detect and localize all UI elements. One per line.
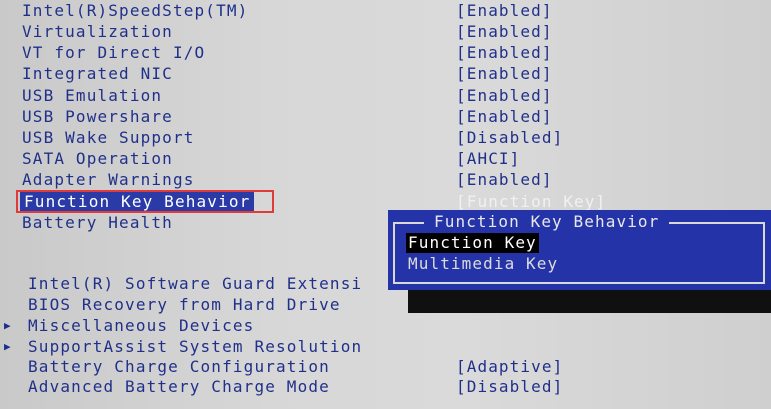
setting-label: Intel(R)SpeedStep(TM)	[22, 1, 249, 20]
setting-row-usb-wake-support[interactable]: USB Wake Support [Disabled]	[0, 128, 771, 148]
setting-label: Battery Charge Configuration	[28, 357, 330, 376]
setting-row-integrated-nic[interactable]: Integrated NIC [Enabled]	[0, 64, 771, 84]
setting-value: [Enabled]	[456, 22, 553, 41]
setting-row-usb-powershare[interactable]: USB Powershare [Enabled]	[0, 107, 771, 127]
setting-value: [Adaptive]	[456, 357, 564, 376]
setting-row-vt-direct-io[interactable]: VT for Direct I/O [Enabled]	[0, 43, 771, 63]
setting-row-virtualization[interactable]: Virtualization [Enabled]	[0, 22, 771, 42]
setting-label: USB Emulation	[22, 86, 163, 105]
setting-label: Virtualization	[22, 22, 173, 41]
setting-label: BIOS Recovery from Hard Drive	[28, 295, 341, 314]
setting-label: Battery Health	[22, 213, 173, 232]
setting-label: USB Powershare	[22, 107, 173, 126]
setting-row-speedstep[interactable]: Intel(R)SpeedStep(TM) [Enabled]	[0, 1, 771, 21]
setting-value: [AHCI]	[456, 149, 521, 168]
bios-setup-screen: Intel(R)SpeedStep(TM) [Enabled] Virtuali…	[0, 0, 771, 409]
setting-label: Integrated NIC	[22, 64, 173, 83]
submenu-arrow-icon: ▶	[4, 319, 11, 332]
setting-row-supportassist[interactable]: ▶ SupportAssist System Resolution	[0, 337, 771, 357]
setting-label: VT for Direct I/O	[22, 43, 206, 62]
setting-value: [Enabled]	[456, 64, 553, 83]
popup-option-function-key[interactable]: Function Key	[406, 233, 539, 253]
setting-value: [Enabled]	[456, 1, 553, 20]
popup-title: Function Key Behavior	[424, 212, 670, 232]
setting-value: [Enabled]	[456, 107, 553, 126]
setting-row-advanced-battery-charge[interactable]: Advanced Battery Charge Mode [Disabled]	[0, 377, 771, 397]
setting-label: Intel(R) Software Guard Extensi	[28, 274, 363, 293]
setting-label: Adapter Warnings	[22, 170, 195, 189]
setting-value: [Disabled]	[456, 377, 564, 396]
submenu-arrow-icon: ▶	[4, 340, 11, 353]
setting-value: [Enabled]	[456, 170, 553, 189]
setting-row-sata-operation[interactable]: SATA Operation [AHCI]	[0, 149, 771, 169]
setting-row-adapter-warnings[interactable]: Adapter Warnings [Enabled]	[0, 170, 771, 190]
setting-label: SupportAssist System Resolution	[28, 337, 363, 356]
setting-row-usb-emulation[interactable]: USB Emulation [Enabled]	[0, 86, 771, 106]
function-key-behavior-popup: Function Key Behavior Function Key Multi…	[388, 210, 771, 290]
setting-label: Miscellaneous Devices	[28, 316, 255, 335]
setting-row-battery-charge-config[interactable]: Battery Charge Configuration [Adaptive]	[0, 357, 771, 377]
setting-value: [Enabled]	[456, 86, 553, 105]
setting-value: [Function Key]	[456, 192, 607, 211]
popup-shadow	[408, 290, 771, 313]
popup-option-multimedia-key[interactable]: Multimedia Key	[408, 254, 558, 274]
setting-label: SATA Operation	[22, 149, 173, 168]
setting-label: Advanced Battery Charge Mode	[28, 377, 330, 396]
setting-value: [Disabled]	[456, 128, 564, 147]
red-highlight-box	[16, 190, 274, 213]
setting-row-miscellaneous-devices[interactable]: ▶ Miscellaneous Devices	[0, 316, 771, 336]
setting-value: [Enabled]	[456, 43, 553, 62]
setting-label: USB Wake Support	[22, 128, 195, 147]
